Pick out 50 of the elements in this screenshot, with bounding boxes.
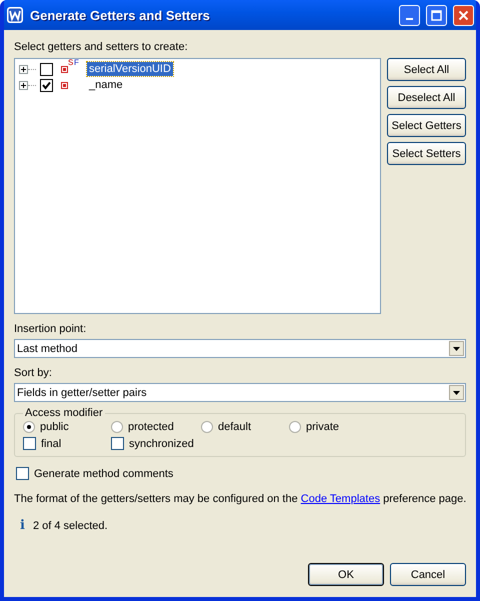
field-name[interactable]: _name xyxy=(87,78,125,92)
group-title: Access modifier xyxy=(24,407,104,419)
radio-label: protected xyxy=(128,421,174,433)
comments-checkbox[interactable] xyxy=(16,467,29,480)
minimize-icon xyxy=(406,18,413,20)
checkbox-label: final xyxy=(41,438,62,450)
status-text: 2 of 4 selected. xyxy=(32,520,108,532)
tree-label: Select getters and setters to create: xyxy=(14,40,189,54)
expand-icon[interactable] xyxy=(19,80,28,90)
modifier-checkbox[interactable] xyxy=(23,437,36,450)
tree-checkbox[interactable] xyxy=(40,78,53,92)
maximize-icon xyxy=(431,10,442,20)
side-button[interactable]: Select Getters xyxy=(387,114,466,137)
dialog-button[interactable]: OK xyxy=(308,563,384,586)
modifier-checkbox[interactable] xyxy=(111,437,124,450)
radio-label: private xyxy=(306,421,340,433)
checkbox-label: Generate method comments xyxy=(34,468,174,480)
close-button[interactable] xyxy=(453,4,474,26)
tree-checkbox[interactable] xyxy=(40,62,53,76)
dialog-button[interactable]: Cancel xyxy=(390,563,466,586)
expand-icon[interactable] xyxy=(19,64,28,74)
code-templates-link[interactable]: Code Templates xyxy=(300,493,380,505)
side-button[interactable]: Select Setters xyxy=(387,142,466,165)
modifier-radio[interactable] xyxy=(289,421,301,433)
close-icon xyxy=(458,10,469,20)
modifier-radio[interactable] xyxy=(111,421,123,433)
minimize-button[interactable] xyxy=(399,4,420,26)
modifier-radio[interactable] xyxy=(201,421,213,433)
info-icon: i xyxy=(20,518,25,533)
radio-label: public xyxy=(40,421,69,433)
dropdown-arrow-icon xyxy=(453,390,460,394)
field-name[interactable]: serialVersionUID xyxy=(87,62,173,76)
side-button[interactable]: Deselect All xyxy=(387,86,466,109)
field-icon xyxy=(61,66,68,73)
maximize-button[interactable] xyxy=(426,4,447,26)
insertion-point-dropdown[interactable]: Last method xyxy=(14,339,466,358)
checkbox-label: synchronized xyxy=(129,438,194,450)
sort-by-label: Sort by: xyxy=(14,366,53,380)
dropdown-arrow-icon xyxy=(453,346,460,350)
radio-label: default xyxy=(218,421,252,433)
sort-by-dropdown[interactable]: Fields in getter/setter pairs xyxy=(14,383,466,402)
insertion-point-label: Insertion point: xyxy=(14,322,88,336)
modifier-radio[interactable] xyxy=(23,421,35,433)
modifier-mark: S xyxy=(68,58,74,68)
side-button[interactable]: Select All xyxy=(387,58,466,81)
templates-note: The format of the getters/setters may be configured on the Code Templates preference page. xyxy=(14,492,466,506)
app-icon xyxy=(6,6,24,24)
window-title: Generate Getters and Setters xyxy=(30,8,211,22)
modifier-mark: F xyxy=(74,58,79,68)
field-icon xyxy=(61,82,68,89)
